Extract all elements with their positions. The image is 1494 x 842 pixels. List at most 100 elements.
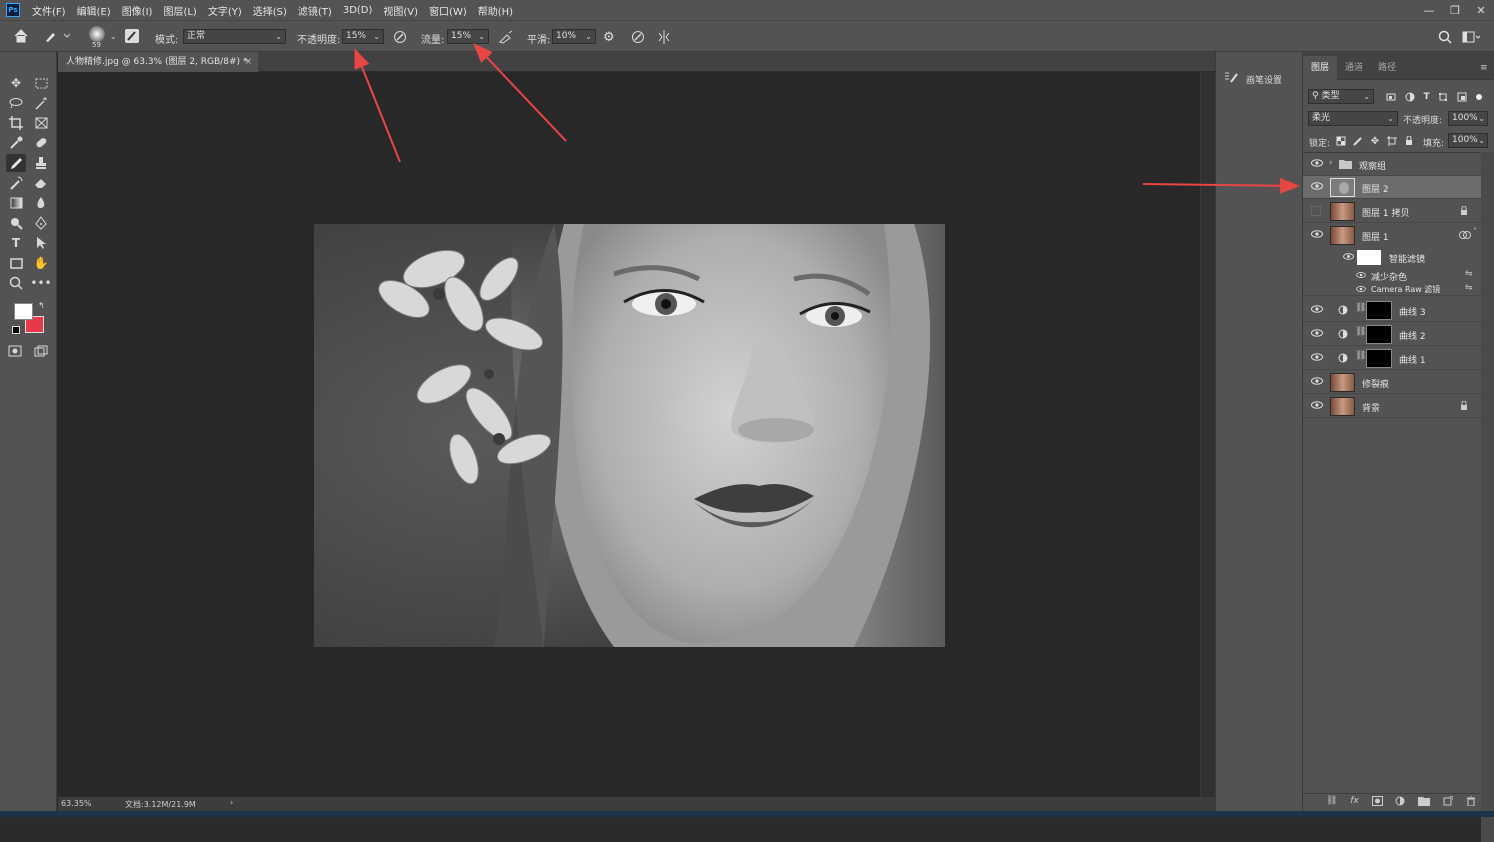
crop-tool-icon[interactable] [6,114,26,132]
layer-mask-thumbnail[interactable] [1366,325,1392,344]
path-selection-tool-icon[interactable] [31,234,51,252]
link-icon[interactable]: ⛓ [1355,327,1366,337]
menu-edit[interactable]: 编辑(E) [77,3,111,18]
gradient-tool-icon[interactable] [6,194,26,212]
search-icon[interactable] [1438,30,1452,47]
new-adjustment-icon[interactable] [1395,796,1405,806]
marquee-tool-icon[interactable] [31,74,51,92]
filter-options-icon[interactable]: ⇋ [1465,283,1473,293]
frame-tool-icon[interactable] [31,114,51,132]
symmetry-icon[interactable] [656,29,672,48]
filter-name[interactable]: 减少杂色 [1371,270,1407,283]
link-icon[interactable]: ⛓ [1355,351,1366,361]
menu-type[interactable]: 文字(Y) [208,3,242,18]
brush-settings-icon[interactable] [1224,71,1238,86]
menu-help[interactable]: 帮助(H) [478,3,513,18]
pen-tool-icon[interactable] [31,214,51,232]
lock-all-icon[interactable] [1404,136,1414,146]
lasso-tool-icon[interactable] [6,94,26,112]
clone-stamp-tool-icon[interactable] [31,154,51,172]
eye-icon[interactable] [1311,328,1323,338]
tab-channels[interactable]: 通道 [1345,60,1363,73]
panel-menu-icon[interactable]: ≡ [1480,63,1488,73]
type-tool-icon[interactable]: T [6,234,26,252]
flow-input[interactable]: 15% ⌄ [447,29,489,44]
layer-opacity-input[interactable]: 100% ⌄ [1448,111,1488,126]
layer-row-group[interactable]: › 观察组 [1303,153,1481,176]
adjustment-layer-row[interactable]: ⛓ 曲线 3 [1303,299,1481,322]
default-colors-icon[interactable] [12,326,20,334]
gear-icon[interactable]: ⚙ [603,30,615,45]
dodge-tool-icon[interactable] [6,214,26,232]
move-tool-icon[interactable]: ✥ [6,74,26,92]
shape-filter-icon[interactable] [1438,92,1448,102]
healing-brush-tool-icon[interactable] [31,134,51,152]
document-image[interactable] [314,224,945,647]
link-layers-icon[interactable]: ⛓ [1326,796,1337,806]
layer-mask-thumbnail[interactable] [1366,301,1392,320]
restore-button[interactable]: ❐ [1442,0,1468,20]
eye-icon[interactable] [1311,158,1323,168]
menu-3d[interactable]: 3D(D) [343,5,373,16]
eye-icon[interactable] [1343,252,1354,261]
airbrush-icon[interactable] [498,30,514,47]
eye-icon[interactable] [1311,181,1323,191]
opacity-input[interactable]: 15% ⌄ [342,29,384,44]
new-group-icon[interactable] [1418,796,1431,806]
layer-row[interactable]: 图层 1 ˄ [1303,224,1481,247]
layer-row[interactable]: 图层 1 拷贝 [1303,200,1481,223]
document-tab[interactable]: 人物精修.jpg @ 63.3% (图层 2, RGB/8#) * × [58,52,258,72]
smoothing-input[interactable]: 10% ⌄ [552,29,596,44]
layer-row-selected[interactable]: 图层 2 [1303,176,1481,199]
menu-select[interactable]: 选择(S) [253,3,287,18]
hand-tool-icon[interactable]: ✋ [31,254,51,272]
eyedropper-tool-icon[interactable] [6,134,26,152]
smart-filter-toggle-icon[interactable] [1459,230,1471,240]
smart-object-filter-icon[interactable] [1457,92,1467,102]
status-menu-arrow-icon[interactable]: › [230,798,233,807]
brush-tool-preset-icon[interactable] [44,30,71,45]
filter-toggle-icon[interactable] [1475,94,1482,100]
workspace-icon[interactable] [1462,30,1481,47]
menu-filter[interactable]: 滤镜(T) [298,3,332,18]
eye-icon[interactable] [1356,285,1366,293]
eye-icon[interactable] [1311,304,1323,314]
pressure-opacity-icon[interactable] [393,30,407,47]
eye-icon[interactable] [1311,400,1323,410]
eye-icon[interactable] [1311,376,1323,386]
adjustment-layer-row[interactable]: ⛓ 曲线 1 [1303,347,1481,370]
visibility-off-box[interactable] [1311,206,1321,216]
eye-icon[interactable] [1311,352,1323,362]
menu-file[interactable]: 文件(F) [32,3,66,18]
fx-button[interactable]: fx [1350,796,1359,806]
layer-row[interactable]: 修裂痕 [1303,371,1481,394]
rectangle-tool-icon[interactable] [6,254,26,272]
zoom-level[interactable]: 63.35% [61,799,92,808]
lock-artboard-icon[interactable] [1386,136,1397,146]
tab-paths[interactable]: 路径 [1378,60,1396,73]
pixel-filter-icon[interactable] [1386,92,1396,102]
type-filter-icon[interactable]: T [1424,92,1430,102]
blur-tool-icon[interactable] [31,194,51,212]
layer-filter-kind-select[interactable]: ⚲ 类型 ⌄ [1308,89,1374,104]
history-brush-tool-icon[interactable] [6,174,26,192]
vertical-scrollbar[interactable] [1200,72,1215,797]
swap-colors-icon[interactable]: ↰ [38,301,45,310]
chevron-right-icon[interactable]: › [1329,158,1333,168]
brush-picker-chevron-icon[interactable]: ⌄ [110,32,117,41]
menu-image[interactable]: 图像(I) [122,3,153,18]
trash-icon[interactable] [1466,796,1476,806]
close-tab-icon[interactable]: × [244,52,252,72]
lock-transparent-icon[interactable] [1336,136,1346,146]
menu-window[interactable]: 窗口(W) [429,3,467,18]
pressure-size-icon[interactable] [631,30,645,47]
magic-wand-tool-icon[interactable] [31,94,51,112]
mode-select[interactable]: 正常 ⌄ [183,29,286,44]
menu-view[interactable]: 视图(V) [383,3,418,18]
zoom-tool-icon[interactable] [6,274,26,292]
layers-scrollbar[interactable] [1481,152,1494,842]
brush-settings-label[interactable]: 画笔设置 [1246,73,1282,86]
brush-tool-icon[interactable] [6,154,26,172]
filter-options-icon[interactable]: ⇋ [1465,269,1473,279]
link-icon[interactable]: ⛓ [1355,303,1366,313]
